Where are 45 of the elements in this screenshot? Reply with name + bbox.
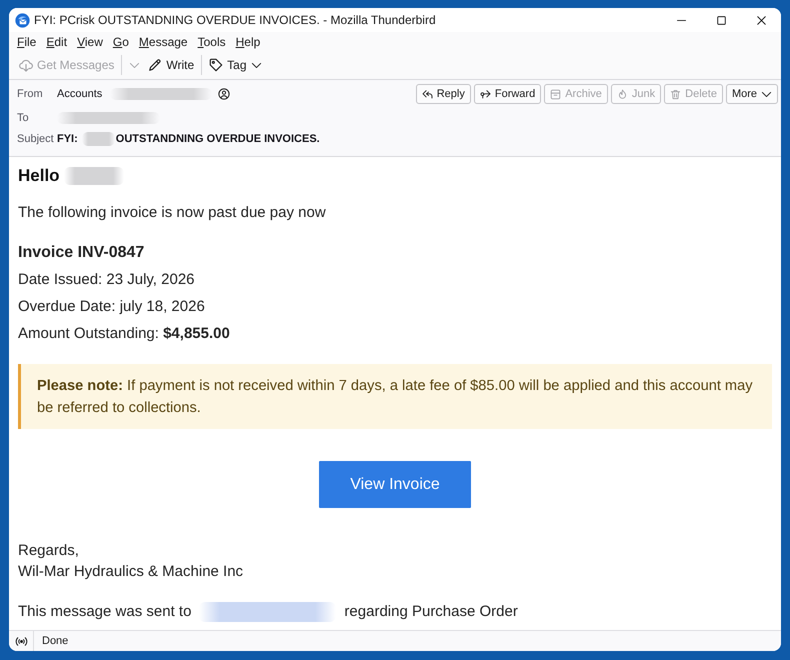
close-icon xyxy=(756,14,766,26)
menu-item[interactable]: Edit xyxy=(42,34,72,50)
invoice-detail: Overdue Date: july 18, 2026 xyxy=(18,297,206,317)
greeting-text: Hello xyxy=(18,165,60,187)
cloud-download-icon xyxy=(19,58,33,72)
maximize-icon xyxy=(716,14,726,26)
to-label: To xyxy=(17,110,30,126)
window-title: FYI: PCrisk OUTSTANDNING OVERDUE INVOICES. - Mozilla Thunderbird xyxy=(34,12,436,29)
footer-text: This message was sent to xyxy=(18,602,192,622)
forward-icon xyxy=(480,88,491,100)
subject-text: OUTSTANDNING OVERDUE INVOICES. xyxy=(116,132,320,147)
from-label: From xyxy=(17,86,44,102)
signoff-text: Regards, xyxy=(18,541,80,561)
reply-icon xyxy=(422,88,433,100)
sender-name: Accounts xyxy=(57,86,102,102)
flame-icon xyxy=(616,88,628,100)
status-text: Done xyxy=(42,634,68,649)
subject-label: Subject xyxy=(17,132,55,147)
menu-item[interactable]: Go xyxy=(108,34,133,50)
reply-button[interactable]: Reply xyxy=(416,84,471,104)
more-button[interactable]: More xyxy=(726,84,778,104)
menu-item[interactable]: View xyxy=(73,34,107,50)
menu-item[interactable]: Message xyxy=(134,34,192,50)
invoice-detail: Amount Outstanding: $4,855.00 xyxy=(18,324,231,344)
trash-icon xyxy=(670,88,682,100)
signoff-text: Wil-Mar Hydraulics & Machine Inc xyxy=(18,562,244,582)
forward-button[interactable]: Forward xyxy=(474,84,542,104)
pencil-icon xyxy=(148,58,162,72)
contact-icon xyxy=(218,88,230,100)
invoice-title: Invoice INV-0847 xyxy=(18,243,146,263)
tag-icon xyxy=(209,58,224,72)
app-logo-icon xyxy=(15,12,30,28)
subject-text: FYI: xyxy=(57,132,78,147)
tag-button[interactable]: Tag xyxy=(205,54,266,76)
intro-text: The following invoice is now past due pay now xyxy=(18,203,327,223)
write-button[interactable]: Write xyxy=(144,54,198,76)
invoice-detail: Date Issued: 23 July, 2026 xyxy=(18,270,196,290)
view-invoice-button[interactable]: View Invoice xyxy=(319,461,471,508)
menu-item[interactable]: Help xyxy=(232,34,264,50)
archive-icon xyxy=(550,88,562,100)
note-text: Please note: If payment is not received within 7 days, a late fee of $85.00 will be applied and this account may be referred to collections. xyxy=(18,364,772,429)
broadcast-icon xyxy=(14,634,28,648)
menu-item[interactable]: File xyxy=(13,34,40,50)
footer-text: regarding Purchase Order xyxy=(344,602,518,622)
menu-item[interactable]: Tools xyxy=(194,34,230,50)
